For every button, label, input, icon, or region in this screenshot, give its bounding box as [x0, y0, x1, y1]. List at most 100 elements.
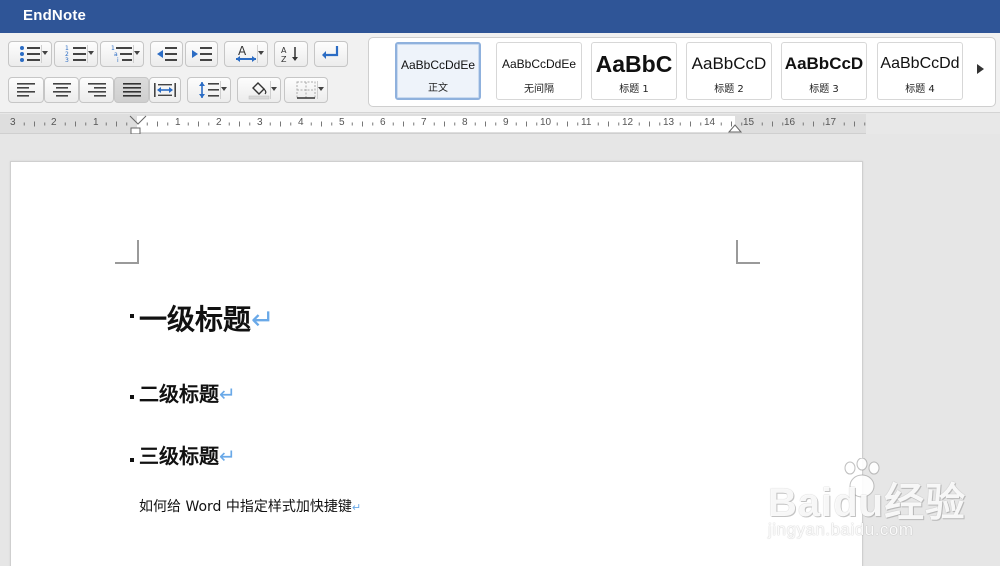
- svg-text:3: 3: [65, 57, 69, 63]
- gallery-next-arrow-icon[interactable]: [977, 64, 984, 74]
- document-page[interactable]: 一级标题↵ 二级标题↵ 三级标题↵ 如何给 Word 中指定样式加快捷键↵: [10, 161, 863, 566]
- paragraph-mark-icon: ↵: [219, 382, 236, 406]
- style-label: 正文: [428, 83, 448, 94]
- heading-marker: [130, 458, 134, 462]
- ruler-number: 11: [581, 117, 592, 128]
- heading-2-paragraph[interactable]: 二级标题↵: [139, 378, 236, 407]
- numbered-list-button[interactable]: 1 2 3: [54, 41, 98, 67]
- sort-button[interactable]: A Z: [274, 41, 308, 67]
- ruler-number: 12: [622, 117, 634, 128]
- chevron-down-icon[interactable]: [221, 87, 227, 91]
- distributed-button[interactable]: [149, 77, 181, 103]
- heading-1-paragraph[interactable]: 一级标题↵: [139, 298, 274, 338]
- bulleted-list-button[interactable]: [8, 41, 52, 67]
- ruler-number: 1: [93, 117, 99, 128]
- chevron-down-icon[interactable]: [42, 51, 48, 55]
- style-label: 标题 2: [714, 84, 744, 95]
- style-heading-1[interactable]: AaBbC 标题 1: [591, 42, 677, 100]
- chevron-down-icon[interactable]: [134, 51, 140, 55]
- return-arrow-icon: [322, 46, 339, 59]
- style-preview: AaBbCcDd: [880, 55, 960, 72]
- line-spacing-icon: [199, 82, 219, 98]
- style-label: 标题 3: [809, 84, 839, 95]
- ruler-number: 5: [339, 117, 345, 128]
- bulleted-list-icon: [20, 46, 40, 62]
- ruler-number: 13: [663, 117, 675, 128]
- paragraph-mark-icon: ↵: [251, 303, 275, 336]
- paragraph-mark-icon: ↵: [219, 444, 236, 468]
- ruler-number: 15: [743, 117, 755, 128]
- style-heading-3[interactable]: AaBbCcD 标题 3: [781, 42, 867, 100]
- multilevel-list-icon: 1 a i: [111, 45, 132, 63]
- ruler-number: 3: [257, 117, 263, 128]
- heading-3-paragraph[interactable]: 三级标题↵: [139, 440, 236, 469]
- align-center-icon: [52, 83, 71, 97]
- align-right-icon: [87, 83, 106, 97]
- ruler-number: 2: [51, 117, 57, 128]
- style-preview: AaBbCcDdEe: [501, 57, 577, 71]
- svg-text:A: A: [281, 46, 287, 55]
- increase-indent-icon: [191, 47, 212, 61]
- chevron-down-icon[interactable]: [318, 87, 324, 91]
- increase-indent-button[interactable]: [185, 41, 218, 67]
- style-normal[interactable]: AaBbCcDdEe 正文: [395, 42, 481, 100]
- ruler-number: 1: [175, 117, 181, 128]
- svg-text:Z: Z: [281, 55, 287, 64]
- paragraph-mark-button[interactable]: [314, 41, 348, 67]
- line-spacing-button[interactable]: [187, 77, 231, 103]
- align-left-icon: [17, 83, 35, 97]
- ruler-number: 8: [462, 117, 468, 128]
- body-text: 如何给 Word 中指定样式加快捷键: [139, 499, 352, 515]
- heading-2-text: 二级标题: [139, 382, 219, 406]
- style-no-spacing[interactable]: AaBbCcDdEe 无间隔: [496, 42, 582, 100]
- style-heading-4[interactable]: AaBbCcDd 标题 4: [877, 42, 963, 100]
- borders-button[interactable]: [284, 77, 328, 103]
- paragraph-mark-icon: ↵: [351, 501, 362, 514]
- ruler-number: 10: [540, 117, 552, 128]
- margin-corner-mark: [736, 240, 760, 264]
- multilevel-list-button[interactable]: 1 a i: [100, 41, 144, 67]
- ruler-number: 6: [380, 117, 386, 128]
- align-left-button[interactable]: [8, 77, 44, 103]
- align-right-button[interactable]: [79, 77, 114, 103]
- body-paragraph[interactable]: 如何给 Word 中指定样式加快捷键↵: [139, 496, 361, 516]
- svg-text:A: A: [238, 44, 247, 58]
- chevron-down-icon[interactable]: [271, 87, 277, 91]
- sort-icon: A Z: [281, 46, 298, 64]
- text-direction-button[interactable]: A: [224, 41, 268, 67]
- style-preview: AaBbCcDdEe: [400, 58, 476, 72]
- margin-corner-mark: [115, 240, 139, 264]
- align-center-button[interactable]: [44, 77, 79, 103]
- style-preview: AaBbC: [595, 51, 673, 77]
- shading-button[interactable]: [237, 77, 281, 103]
- heading-marker: [130, 314, 134, 318]
- svg-text:i: i: [117, 57, 119, 63]
- baidu-watermark: Baidu经验 jingyan.baidu.com: [760, 456, 990, 552]
- ruler-number: 17: [825, 117, 837, 128]
- heading-3-text: 三级标题: [139, 444, 219, 468]
- decrease-indent-icon: [156, 47, 177, 61]
- borders-icon: [296, 81, 316, 99]
- style-label: 标题 4: [905, 84, 935, 95]
- ruler-ticks: [23, 115, 866, 134]
- decrease-indent-button[interactable]: [150, 41, 183, 67]
- justify-button[interactable]: [114, 77, 149, 103]
- text-direction-icon: A: [236, 44, 256, 62]
- paint-bucket-icon: [248, 82, 270, 100]
- distributed-icon: [154, 83, 176, 97]
- app-title: EndNote: [23, 7, 87, 24]
- home-ribbon: 1 2 3 1 a i A A Z AaBbCcDdEe 正文 AaBbCcDd…: [0, 33, 1000, 113]
- ruler-number: 16: [784, 117, 796, 128]
- chevron-down-icon[interactable]: [258, 51, 264, 55]
- title-bar: EndNote: [0, 0, 1000, 33]
- horizontal-ruler[interactable]: 3 2 1 1 2 3 4 5 6 7 8 9 10 11 12 13 14 1…: [0, 114, 866, 134]
- ruler-number: 3: [10, 117, 16, 128]
- numbered-list-icon: 1 2 3: [65, 45, 86, 63]
- style-preview: AaBbCcD: [691, 54, 767, 73]
- ruler-number: 4: [298, 117, 304, 128]
- ruler-number: 14: [704, 117, 716, 128]
- ruler-number: 9: [503, 117, 509, 128]
- chevron-down-icon[interactable]: [88, 51, 94, 55]
- style-heading-2[interactable]: AaBbCcD 标题 2: [686, 42, 772, 100]
- styles-gallery: AaBbCcDdEe 正文 AaBbCcDdEe 无间隔 AaBbC 标题 1 …: [368, 37, 996, 107]
